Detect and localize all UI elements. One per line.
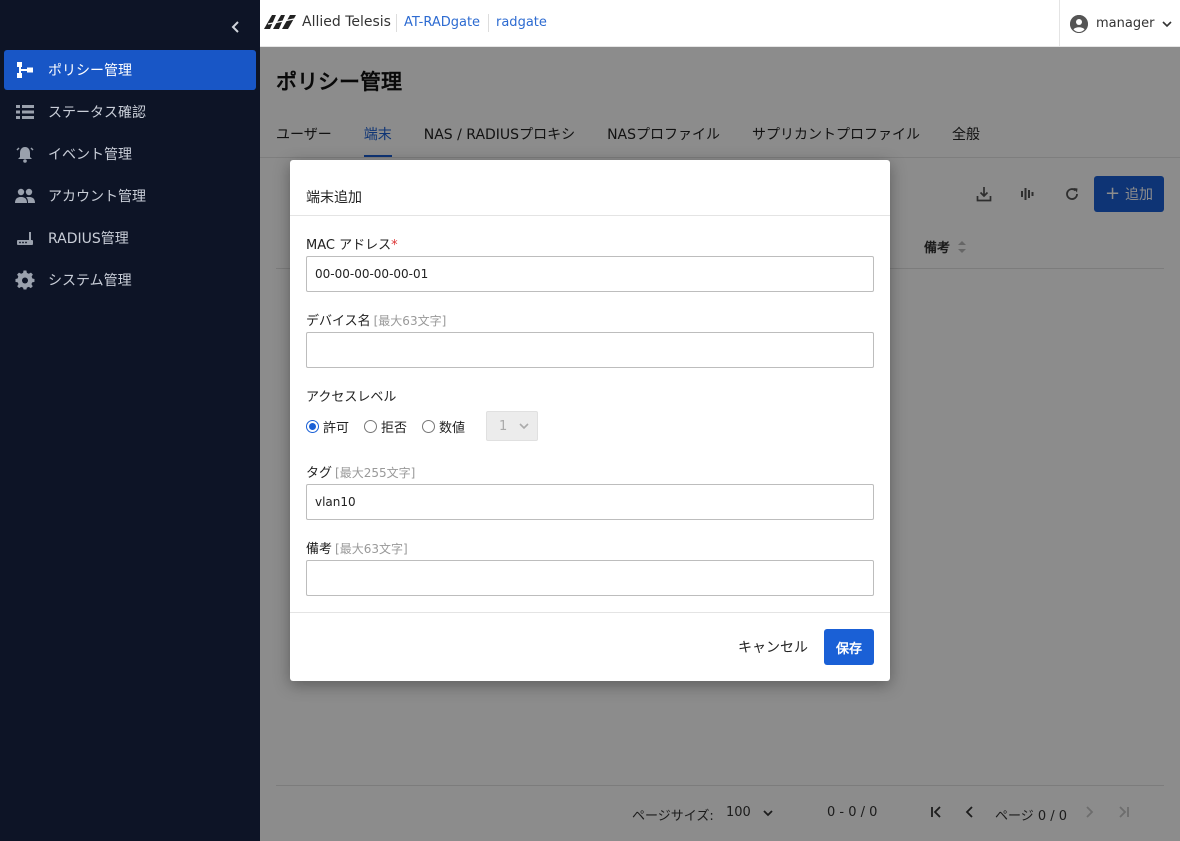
remarks-input[interactable] [306, 560, 874, 596]
router-icon [14, 227, 36, 249]
device-name-hint: [最大63文字] [373, 314, 447, 328]
chevron-down-icon [1162, 16, 1173, 32]
radio-label: 拒否 [381, 420, 408, 436]
required-mark: * [391, 238, 398, 253]
access-level-numeric-radio[interactable]: 数値 [422, 417, 465, 436]
radio-label: 数値 [439, 420, 466, 436]
remarks-label-text: 備考 [306, 542, 333, 557]
policy-tree-icon [14, 59, 36, 81]
radio-label: 許可 [323, 420, 350, 436]
sidebar: ポリシー管理 ステータス確認 イベント管理 アカウント管理 RADIUS管理 シ… [0, 0, 260, 841]
sidebar-item-policy[interactable]: ポリシー管理 [4, 50, 256, 90]
sidebar-item-status[interactable]: ステータス確認 [4, 92, 256, 132]
mac-address-input[interactable] [306, 256, 874, 292]
chevron-left-icon[interactable] [225, 16, 247, 38]
add-device-dialog: 端末追加 MAC アドレス* デバイス名[最大63文字] アクセスレベル 許可 … [290, 160, 890, 681]
people-icon [14, 185, 36, 207]
remarks-hint: [最大63文字] [335, 542, 408, 556]
sidebar-item-label: システム管理 [48, 273, 132, 289]
sidebar-item-label: ポリシー管理 [48, 63, 132, 79]
mac-address-label: MAC アドレス* [306, 234, 398, 253]
tag-hint: [最大255文字] [335, 466, 416, 480]
access-level-label: アクセスレベル [306, 390, 397, 405]
breadcrumb-separator [488, 14, 489, 32]
breadcrumb-host[interactable]: radgate [496, 15, 547, 30]
radio-unselected-icon [422, 419, 436, 433]
radio-unselected-icon [364, 419, 378, 433]
sidebar-item-label: アカウント管理 [48, 189, 146, 205]
dialog-footer-divider [290, 612, 890, 613]
list-icon [14, 101, 36, 123]
account-circle-icon [1070, 14, 1088, 33]
radio-selected-icon [306, 419, 319, 433]
device-name-label-text: デバイス名 [306, 314, 371, 329]
dialog-title: 端末追加 [306, 190, 362, 206]
access-level-numeric-select[interactable]: 1 [486, 411, 539, 441]
tag-label-text: タグ [306, 466, 333, 481]
numeric-select-value: 1 [499, 418, 508, 434]
device-name-input[interactable] [306, 332, 874, 368]
device-name-label: デバイス名 [最大63文字] [306, 310, 446, 329]
sidebar-item-events[interactable]: イベント管理 [4, 134, 256, 174]
sidebar-item-accounts[interactable]: アカウント管理 [4, 176, 256, 216]
sidebar-item-system[interactable]: システム管理 [4, 260, 256, 300]
tag-input[interactable] [306, 484, 874, 520]
sidebar-nav: ポリシー管理 ステータス確認 イベント管理 アカウント管理 RADIUS管理 シ… [4, 50, 256, 302]
sidebar-item-label: イベント管理 [48, 147, 132, 163]
alarm-bell-icon [14, 143, 36, 165]
gear-icon [14, 269, 36, 291]
allied-telesis-logo: Allied Telesis [264, 13, 391, 31]
top-bar: Allied Telesis AT-RADgate radgate manage… [260, 0, 1180, 47]
access-level-deny-radio[interactable]: 拒否 [364, 417, 407, 436]
user-name: manager [1096, 16, 1155, 31]
sidebar-item-label: RADIUS管理 [48, 231, 129, 247]
access-level-allow-radio[interactable]: 許可 [306, 417, 349, 436]
user-menu[interactable]: manager [1059, 0, 1180, 47]
chevron-down-icon [519, 423, 529, 430]
remarks-label: 備考 [最大63文字] [306, 538, 408, 557]
sidebar-item-label: ステータス確認 [48, 105, 146, 121]
mac-address-label-text: MAC アドレス [306, 238, 392, 253]
breadcrumb-product[interactable]: AT-RADgate [404, 15, 480, 30]
access-level-radio-group: 許可 拒否 数値 1 [306, 411, 539, 441]
cancel-button[interactable]: キャンセル [730, 629, 816, 665]
breadcrumb-separator [396, 14, 397, 32]
save-button[interactable]: 保存 [824, 629, 874, 665]
logo-text: Allied Telesis [302, 14, 391, 30]
dialog-header-divider [290, 215, 890, 216]
logo-mark-icon [264, 15, 296, 29]
sidebar-item-radius[interactable]: RADIUS管理 [4, 218, 256, 258]
tag-label: タグ [最大255文字] [306, 462, 415, 481]
